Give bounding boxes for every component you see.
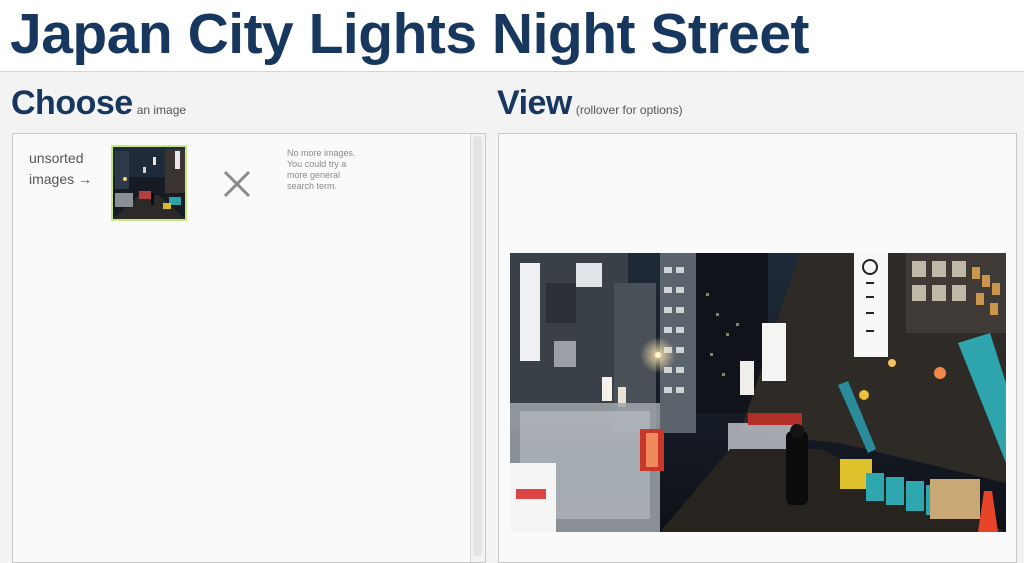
- night-street-photo-icon: [510, 253, 1006, 532]
- choose-subtitle: an image: [136, 103, 187, 117]
- view-panel: [498, 133, 1017, 563]
- choose-title: Choose: [11, 84, 133, 122]
- x-icon: [223, 170, 251, 198]
- view-subtitle: (rollover for options): [575, 103, 683, 117]
- scrollbar-thumb[interactable]: [473, 136, 482, 556]
- night-street-thumbnail-icon: [113, 147, 185, 219]
- image-thumbnail[interactable]: [111, 145, 187, 221]
- page-title: Japan City Lights Night Street: [10, 2, 809, 66]
- scrollbar[interactable]: [470, 134, 485, 562]
- view-title: View: [497, 84, 572, 122]
- unsorted-images-label: unsorted images →: [29, 150, 93, 187]
- choose-heading: Choose an image: [11, 84, 186, 123]
- view-heading: View (rollover for options): [497, 84, 683, 123]
- choose-panel: unsorted images → No more images. You co…: [12, 133, 486, 563]
- main-image[interactable]: [510, 253, 1006, 532]
- header: Japan City Lights Night Street: [0, 0, 1024, 72]
- no-more-images-message: No more images. You could try a more gen…: [287, 148, 356, 191]
- close-icon[interactable]: [223, 170, 251, 198]
